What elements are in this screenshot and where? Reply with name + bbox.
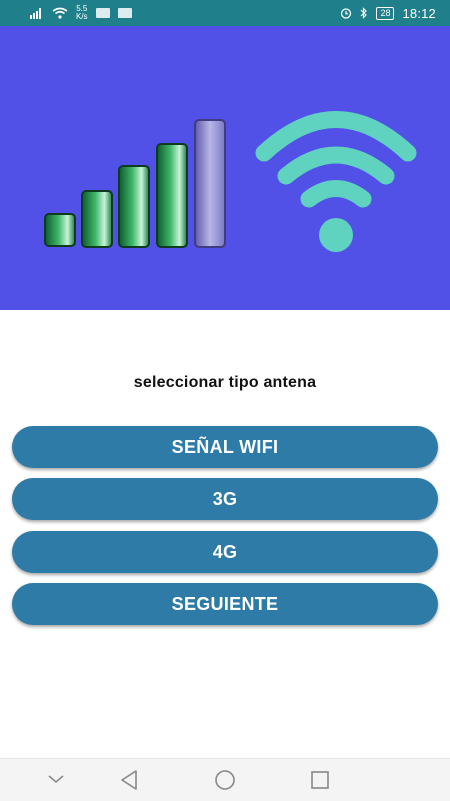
status-bar-right: 28 18:12: [340, 6, 436, 21]
signal-icon: [30, 8, 41, 19]
wifi-icon: [255, 111, 417, 252]
bluetooth-icon: [361, 7, 368, 19]
hero-graphic: [44, 111, 417, 252]
clock: 18:12: [402, 5, 436, 21]
status-bar-left: 5.5 K/s: [30, 5, 132, 21]
recents-icon[interactable]: [310, 759, 330, 801]
signal-bars-icon: [44, 119, 226, 248]
notification-icon: [95, 8, 110, 18]
chevron-down-icon[interactable]: [46, 759, 66, 801]
speed-unit: K/s: [76, 12, 88, 21]
back-icon[interactable]: [118, 759, 140, 801]
battery-icon: 28: [376, 6, 395, 20]
chat-icon: [117, 8, 132, 18]
prompt-text: seleccionar tipo antena: [133, 374, 317, 391]
network-speed: 5.5 K/s: [76, 5, 88, 21]
home-icon[interactable]: [213, 759, 237, 801]
navigation-bar: [0, 758, 450, 801]
status-bar: 5.5 K/s 28 18:12: [0, 0, 450, 26]
wifi-signal-button[interactable]: SEÑAL WIFI: [12, 426, 438, 468]
wifi-icon: [52, 7, 68, 19]
3g-button[interactable]: 3G: [12, 478, 438, 520]
hero-banner: [0, 26, 450, 310]
4g-button[interactable]: 4G: [12, 531, 438, 573]
next-button[interactable]: SEGUIENTE: [12, 583, 438, 625]
alarm-icon: [341, 8, 352, 19]
